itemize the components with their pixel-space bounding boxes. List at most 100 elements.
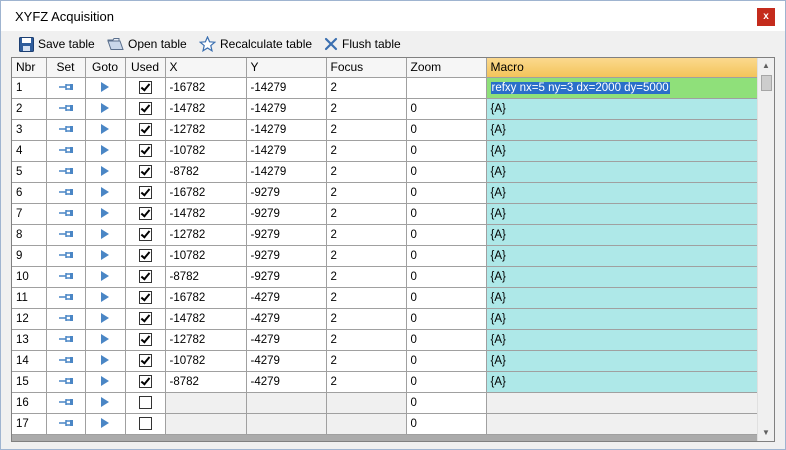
- used-checkbox[interactable]: [138, 186, 152, 199]
- table-row[interactable]: 1 -16782 -14279 2 refxy nx=5 ny=3 dx=2000 dy…: [12, 77, 773, 99]
- used-cell[interactable]: [125, 245, 166, 267]
- scroll-up-icon[interactable]: ▲: [758, 58, 774, 74]
- used-cell[interactable]: [125, 371, 166, 393]
- set-cell[interactable]: [46, 350, 86, 372]
- set-cell[interactable]: [46, 161, 86, 183]
- x-cell[interactable]: -14782: [165, 98, 247, 120]
- pin-icon[interactable]: [58, 82, 74, 92]
- set-cell[interactable]: [46, 245, 86, 267]
- pin-icon[interactable]: [58, 208, 74, 218]
- play-triangle-icon[interactable]: [101, 397, 109, 408]
- vertical-scrollbar[interactable]: ▲ ▼: [757, 58, 774, 441]
- used-cell[interactable]: [125, 329, 166, 351]
- used-cell[interactable]: [125, 77, 166, 99]
- macro-cell[interactable]: {A}: [486, 182, 773, 204]
- macro-cell[interactable]: [486, 392, 773, 414]
- focus-cell[interactable]: 2: [326, 140, 407, 162]
- focus-cell[interactable]: 2: [326, 350, 407, 372]
- table-row[interactable]: 10 -8782 -9279 2 0 {A}: [12, 266, 773, 288]
- pin-icon[interactable]: [58, 313, 74, 323]
- y-cell[interactable]: -4279: [246, 329, 327, 351]
- goto-cell[interactable]: [85, 203, 126, 225]
- zoom-cell[interactable]: 0: [406, 329, 487, 351]
- used-checkbox[interactable]: [138, 375, 152, 388]
- y-cell[interactable]: -14279: [246, 161, 327, 183]
- x-cell[interactable]: -12782: [165, 329, 247, 351]
- pin-icon[interactable]: [58, 145, 74, 155]
- table-row[interactable]: 16 0: [12, 392, 773, 414]
- y-cell[interactable]: -4279: [246, 308, 327, 330]
- focus-cell[interactable]: 2: [326, 245, 407, 267]
- used-checkbox[interactable]: [138, 165, 152, 178]
- macro-edit-text[interactable]: refxy nx=5 ny=3 dx=2000 dy=5000: [490, 81, 670, 94]
- set-cell[interactable]: [46, 224, 86, 246]
- goto-cell[interactable]: [85, 245, 126, 267]
- x-cell[interactable]: -10782: [165, 350, 247, 372]
- goto-cell[interactable]: [85, 371, 126, 393]
- x-cell[interactable]: -14782: [165, 308, 247, 330]
- used-checkbox[interactable]: [138, 144, 152, 157]
- pin-icon[interactable]: [58, 292, 74, 302]
- focus-cell[interactable]: 2: [326, 203, 407, 225]
- used-cell[interactable]: [125, 308, 166, 330]
- pin-icon[interactable]: [58, 355, 74, 365]
- macro-cell[interactable]: {A}: [486, 140, 773, 162]
- focus-cell[interactable]: 2: [326, 161, 407, 183]
- pin-icon[interactable]: [58, 376, 74, 386]
- goto-cell[interactable]: [85, 350, 126, 372]
- focus-cell[interactable]: 2: [326, 119, 407, 141]
- x-cell[interactable]: -10782: [165, 140, 247, 162]
- used-cell[interactable]: [125, 287, 166, 309]
- table-row[interactable]: 15 -8782 -4279 2 0 {A}: [12, 371, 773, 393]
- pin-icon[interactable]: [58, 187, 74, 197]
- used-checkbox[interactable]: [138, 396, 152, 409]
- y-cell[interactable]: -14279: [246, 77, 327, 99]
- set-cell[interactable]: [46, 329, 86, 351]
- zoom-cell[interactable]: 0: [406, 371, 487, 393]
- macro-cell[interactable]: refxy nx=5 ny=3 dx=2000 dy=5000: [486, 77, 773, 99]
- y-cell[interactable]: -9279: [246, 245, 327, 267]
- macro-cell[interactable]: {A}: [486, 329, 773, 351]
- focus-cell[interactable]: 2: [326, 98, 407, 120]
- macro-cell[interactable]: {A}: [486, 350, 773, 372]
- col-header-nbr[interactable]: Nbr: [12, 58, 47, 78]
- used-checkbox[interactable]: [138, 249, 152, 262]
- focus-cell[interactable]: 2: [326, 287, 407, 309]
- used-cell[interactable]: [125, 224, 166, 246]
- recalculate-table-button[interactable]: Recalculate table: [199, 35, 312, 53]
- used-cell[interactable]: [125, 119, 166, 141]
- x-cell[interactable]: -16782: [165, 287, 247, 309]
- y-cell[interactable]: -14279: [246, 140, 327, 162]
- y-cell[interactable]: -14279: [246, 98, 327, 120]
- table-row[interactable]: 7 -14782 -9279 2 0 {A}: [12, 203, 773, 225]
- x-cell[interactable]: [165, 413, 247, 435]
- pin-icon[interactable]: [58, 250, 74, 260]
- table-row[interactable]: 8 -12782 -9279 2 0 {A}: [12, 224, 773, 246]
- save-table-button[interactable]: Save table: [19, 35, 95, 53]
- used-cell[interactable]: [125, 140, 166, 162]
- used-checkbox[interactable]: [138, 417, 152, 430]
- play-triangle-icon[interactable]: [101, 82, 109, 93]
- macro-cell[interactable]: {A}: [486, 98, 773, 120]
- used-cell[interactable]: [125, 392, 166, 414]
- col-header-focus[interactable]: Focus: [326, 58, 407, 78]
- used-cell[interactable]: [125, 203, 166, 225]
- play-triangle-icon[interactable]: [101, 103, 109, 114]
- goto-cell[interactable]: [85, 77, 126, 99]
- y-cell[interactable]: -9279: [246, 224, 327, 246]
- macro-cell[interactable]: {A}: [486, 308, 773, 330]
- y-cell[interactable]: [246, 413, 327, 435]
- focus-cell[interactable]: 2: [326, 224, 407, 246]
- play-triangle-icon[interactable]: [101, 418, 109, 429]
- table-row[interactable]: 17 0: [12, 413, 773, 435]
- table-row[interactable]: 4 -10782 -14279 2 0 {A}: [12, 140, 773, 162]
- focus-cell[interactable]: [326, 413, 407, 435]
- used-cell[interactable]: [125, 161, 166, 183]
- y-cell[interactable]: [246, 392, 327, 414]
- used-checkbox[interactable]: [138, 102, 152, 115]
- macro-cell[interactable]: {A}: [486, 266, 773, 288]
- x-cell[interactable]: -10782: [165, 245, 247, 267]
- macro-cell[interactable]: {A}: [486, 161, 773, 183]
- goto-cell[interactable]: [85, 266, 126, 288]
- play-triangle-icon[interactable]: [101, 124, 109, 135]
